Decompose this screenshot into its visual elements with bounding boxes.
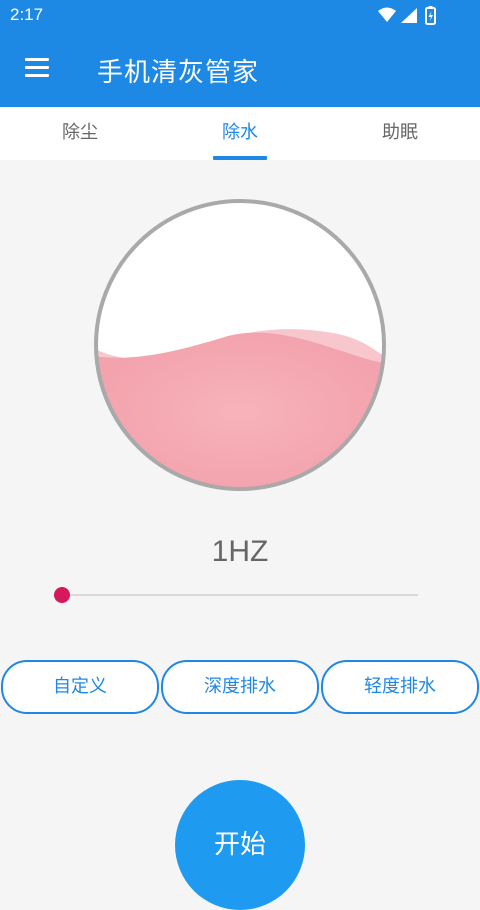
start-button[interactable]: 开始 — [175, 780, 305, 910]
menu-icon[interactable] — [25, 57, 51, 79]
slider-track — [62, 594, 418, 596]
battery-icon — [425, 6, 436, 25]
frequency-slider[interactable] — [54, 584, 420, 606]
slider-thumb[interactable] — [54, 587, 70, 603]
tab-indicator — [213, 156, 267, 160]
custom-mode-button[interactable]: 自定义 — [1, 660, 159, 714]
deep-drain-button[interactable]: 深度排水 — [161, 660, 319, 714]
status-bar: 2:17 — [0, 0, 480, 32]
tab-bar: 除尘 除水 助眠 — [0, 107, 480, 160]
wifi-icon — [378, 7, 396, 22]
tab-sleep-aid[interactable]: 助眠 — [320, 107, 480, 160]
app-title: 手机清灰管家 — [97, 58, 260, 88]
tab-water-removal[interactable]: 除水 — [160, 107, 320, 160]
water-gauge — [94, 199, 386, 491]
app-bar: 手机清灰管家 — [0, 32, 480, 107]
light-drain-button[interactable]: 轻度排水 — [321, 660, 479, 714]
status-time: 2:17 — [10, 5, 44, 24]
tab-dust-removal[interactable]: 除尘 — [0, 107, 160, 160]
status-icons — [378, 6, 436, 25]
frequency-label: 1HZ — [211, 535, 269, 568]
signal-icon — [401, 8, 417, 23]
